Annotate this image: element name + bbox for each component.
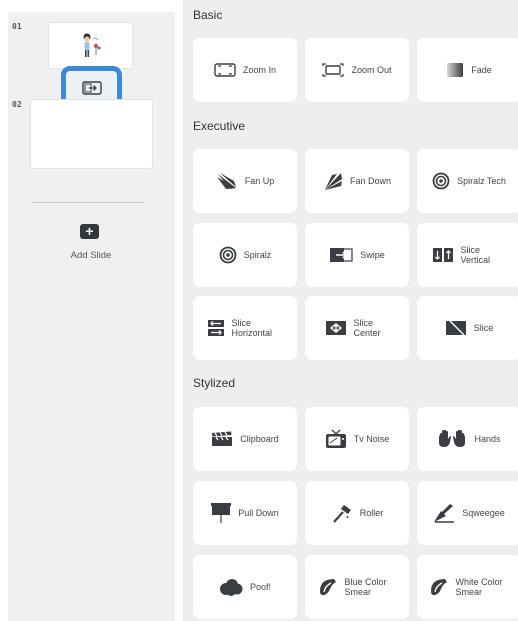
- slide-illustration-icon: [83, 33, 101, 57]
- fan-up-icon: [216, 172, 238, 190]
- transition-blue-color-smear[interactable]: Blue Color Smear: [305, 555, 409, 619]
- slice-vertical-icon: [432, 247, 454, 263]
- presentation-editor: 01 02 + Add Slide Basic Zoom In Zoom Out…: [0, 0, 518, 621]
- section-title-stylized: Stylized: [193, 376, 236, 390]
- transition-poof[interactable]: Poof!: [193, 555, 297, 619]
- transition-sqweegee[interactable]: Sqweegee: [417, 481, 518, 545]
- section-title-basic: Basic: [193, 8, 223, 22]
- tv-icon: [325, 429, 347, 449]
- transition-fan-down[interactable]: Fan Down: [305, 149, 409, 213]
- fan-down-icon: [323, 171, 343, 191]
- poof-icon: [219, 578, 243, 596]
- slice-horizontal-icon: [207, 319, 225, 337]
- slides-panel: 01 02 + Add Slide: [8, 12, 175, 621]
- slide-number: 01: [12, 22, 22, 31]
- swipe-icon: [329, 247, 353, 263]
- transition-zoom-in[interactable]: Zoom In: [193, 38, 297, 102]
- divider: [32, 202, 144, 203]
- transition-fade[interactable]: Fade: [417, 38, 518, 102]
- transition-tv-noise[interactable]: Tv Noise: [305, 407, 409, 471]
- add-slide-button[interactable]: Add Slide: [48, 250, 134, 261]
- transition-white-color-smear[interactable]: White Color Smear: [417, 555, 518, 619]
- slice-center-icon: [325, 320, 347, 336]
- roller-icon: [331, 503, 353, 523]
- transition-spiralz-tech[interactable]: Spiralz Tech: [417, 149, 518, 213]
- add-slide-icon[interactable]: +: [80, 224, 99, 239]
- pull-down-icon: [211, 502, 232, 524]
- transition-slice-vertical[interactable]: Slice Vertical: [417, 223, 518, 287]
- clipboard-icon: [211, 431, 233, 447]
- transition-slice-center[interactable]: Slice Center: [305, 296, 409, 360]
- fade-icon: [446, 62, 464, 78]
- slide-thumbnail-1[interactable]: [48, 22, 133, 69]
- hands-icon: [437, 430, 467, 448]
- slide-thumbnail-2[interactable]: [30, 99, 153, 169]
- spiral-icon: [219, 246, 237, 264]
- slide-number: 02: [12, 100, 22, 109]
- transition-spiralz[interactable]: Spiralz: [193, 223, 297, 287]
- transitions-panel: Basic Zoom In Zoom Out Fade Executive Fa…: [183, 0, 518, 621]
- transition-pull-down[interactable]: Pull Down: [193, 481, 297, 545]
- squeegee-icon: [433, 503, 455, 523]
- transition-hands[interactable]: Hands: [417, 407, 518, 471]
- smear-icon: [429, 577, 449, 597]
- slice-icon: [445, 320, 467, 336]
- transition-zoom-out[interactable]: Zoom Out: [305, 38, 409, 102]
- transition-clipboard[interactable]: Clipboard: [193, 407, 297, 471]
- section-title-executive: Executive: [193, 119, 246, 133]
- panel-separator: [175, 0, 183, 621]
- transition-fan-up[interactable]: Fan Up: [193, 149, 297, 213]
- transition-slice[interactable]: Slice: [417, 296, 518, 360]
- zoom-out-icon: [322, 63, 345, 77]
- transition-slice-horizontal[interactable]: Slice Horizontal: [193, 296, 297, 360]
- transition-swipe[interactable]: Swipe: [305, 223, 409, 287]
- transition-icon: [81, 81, 102, 95]
- spiral-tech-icon: [432, 172, 450, 190]
- zoom-in-icon: [214, 63, 236, 77]
- transition-roller[interactable]: Roller: [305, 481, 409, 545]
- smear-icon: [318, 577, 338, 597]
